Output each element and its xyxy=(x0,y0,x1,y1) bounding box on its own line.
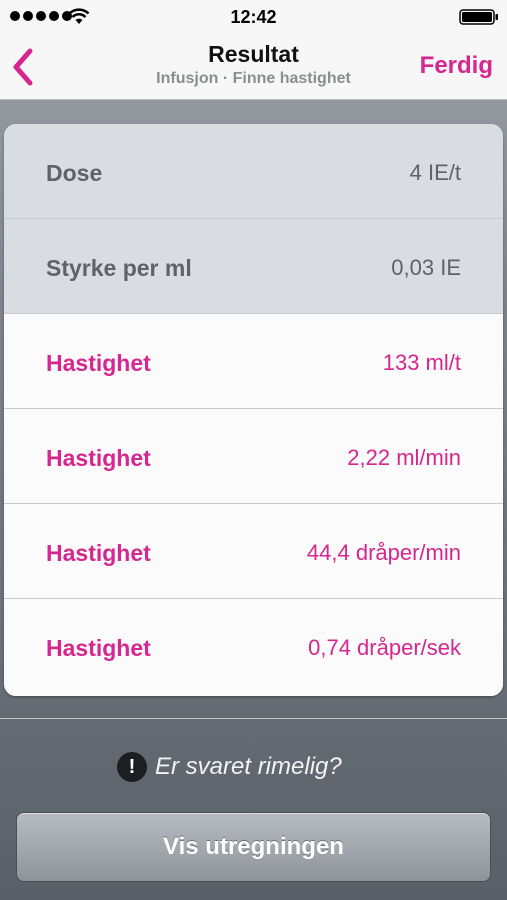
row-value: 0,74 dråper/sek xyxy=(308,635,461,660)
row-value: 4 IE/t xyxy=(409,160,461,185)
result-table: Dose 4 IE/t Styrke per ml 0,03 IE Hastig… xyxy=(4,124,503,696)
navigation-bar: Resultat Infusjon · Finne hastighet Ferd… xyxy=(0,34,507,100)
status-time: 12:42 xyxy=(230,7,277,27)
row-value: 44,4 dråper/min xyxy=(306,540,461,565)
row-value: 2,22 ml/min xyxy=(347,445,461,470)
row-label: Dose xyxy=(46,160,103,186)
row-label: Hastighet xyxy=(46,540,151,566)
done-button[interactable]: Ferdig xyxy=(420,52,493,80)
top-bar: 12:42 Resultat Infusjon · Finne hastighe… xyxy=(0,0,507,100)
hint-text: Er svaret rimelig? xyxy=(155,753,342,780)
row-label: Hastighet xyxy=(46,635,151,661)
row-label: Hastighet xyxy=(46,445,151,471)
input-row-strength: Styrke per ml 0,03 IE xyxy=(4,219,503,314)
section-divider xyxy=(0,718,507,719)
result-row-ml-per-min: Hastighet 2,22 ml/min xyxy=(4,409,503,504)
row-label: Hastighet xyxy=(46,350,151,376)
battery-icon xyxy=(459,9,498,25)
row-value: 133 ml/t xyxy=(382,350,461,375)
result-row-drops-per-sec: Hastighet 0,74 dråper/sek xyxy=(4,599,503,696)
show-calculation-button[interactable]: Vis utregningen xyxy=(16,812,491,882)
plausibility-hint: ! Er svaret rimelig? xyxy=(117,751,342,783)
result-row-ml-per-hour: Hastighet 133 ml/t xyxy=(4,314,503,409)
status-bar: 12:42 xyxy=(0,0,507,34)
result-row-drops-per-min: Hastighet 44,4 dråper/min xyxy=(4,504,503,599)
exclamation-icon: ! xyxy=(117,752,147,782)
row-label: Styrke per ml xyxy=(46,255,192,281)
input-row-dose: Dose 4 IE/t xyxy=(4,124,503,219)
row-value: 0,03 IE xyxy=(391,255,461,280)
